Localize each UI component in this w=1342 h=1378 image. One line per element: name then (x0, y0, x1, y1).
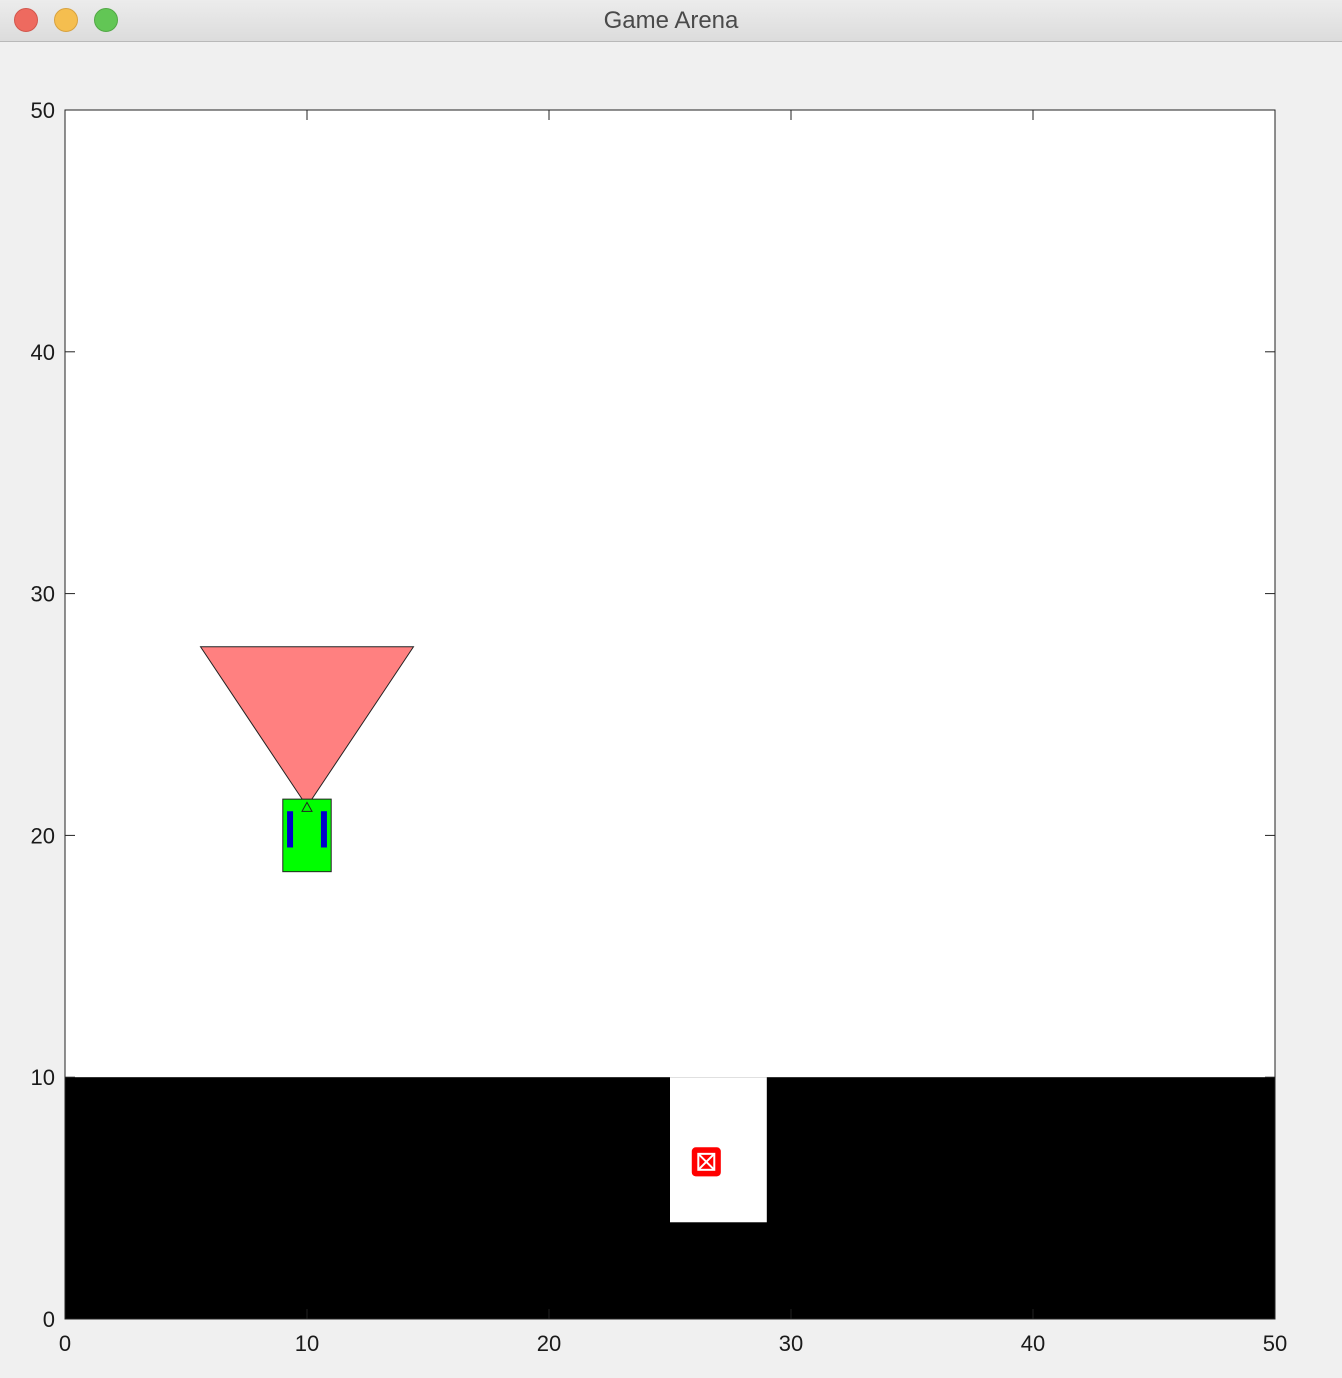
x-tick-label: 40 (1021, 1331, 1045, 1356)
terrain-layer (65, 1077, 1275, 1319)
y-tick-label: 50 (31, 98, 55, 123)
y-tick-label: 0 (43, 1307, 55, 1332)
y-tick-label: 40 (31, 340, 55, 365)
game-arena-plot: 0 10 20 30 40 50 0 10 20 30 40 50 (31, 98, 1288, 1356)
vehicle-right-stripe (320, 811, 327, 848)
x-tick-label: 10 (295, 1331, 319, 1356)
x-tick-label: 0 (59, 1331, 71, 1356)
x-tick-label: 50 (1263, 1331, 1287, 1356)
x-tick-label: 20 (537, 1331, 561, 1356)
y-tick-label: 10 (31, 1065, 55, 1090)
y-tick-label: 20 (31, 823, 55, 848)
game-window: Game Arena 0 10 20 30 40 50 0 10 20 30 40 50 (0, 0, 1342, 1378)
x-tick-label: 30 (779, 1331, 803, 1356)
y-tick-label: 30 (31, 582, 55, 607)
vehicle-left-stripe (287, 811, 294, 848)
